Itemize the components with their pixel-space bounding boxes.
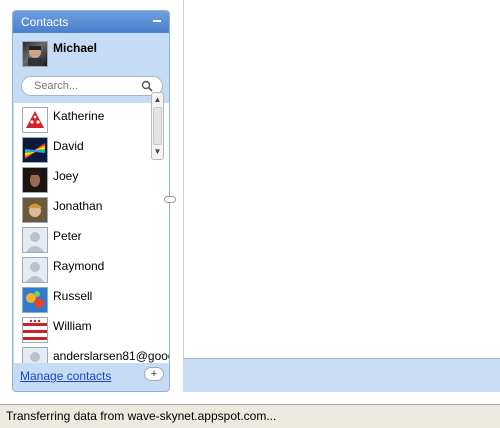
panel-resize-handle[interactable] bbox=[164, 196, 176, 203]
contact-name: Raymond bbox=[53, 259, 105, 273]
contact-name: Katherine bbox=[53, 109, 105, 123]
contact-item-katherine[interactable]: Katherine bbox=[22, 107, 169, 135]
stripes-avatar bbox=[22, 317, 48, 343]
contact-list-scrollbar[interactable]: ▲ ▼ bbox=[151, 92, 164, 160]
scroll-thumb[interactable] bbox=[153, 107, 162, 145]
prism-icon bbox=[24, 143, 46, 159]
minimize-icon[interactable] bbox=[153, 11, 163, 33]
artwork-icon bbox=[26, 291, 44, 308]
colorful-artwork-avatar bbox=[22, 287, 48, 313]
contact-name: Jonathan bbox=[53, 199, 103, 213]
status-bar: Transferring data from wave-skynet.appsp… bbox=[0, 404, 500, 428]
search-input[interactable] bbox=[34, 80, 144, 92]
add-contact-button[interactable]: + bbox=[144, 367, 164, 381]
photo-avatar bbox=[22, 167, 48, 193]
default-person-avatar bbox=[22, 347, 48, 363]
user-photo-icon bbox=[28, 46, 42, 66]
manage-contacts-link[interactable]: Manage contacts bbox=[20, 369, 111, 383]
default-person-icon bbox=[26, 262, 44, 282]
contact-name: William bbox=[53, 319, 92, 333]
contacts-title: Contacts bbox=[21, 15, 69, 29]
search-box[interactable] bbox=[21, 76, 163, 96]
contact-name: Russell bbox=[53, 289, 93, 303]
contact-item-russell[interactable]: Russell bbox=[22, 287, 169, 315]
status-text: Transferring data from wave-skynet.appsp… bbox=[6, 409, 277, 423]
search-icon[interactable] bbox=[141, 80, 153, 92]
contact-name: Peter bbox=[53, 229, 82, 243]
contact-item-david[interactable]: David bbox=[22, 137, 169, 165]
contacts-footer: Manage contacts + bbox=[13, 367, 169, 391]
contacts-panel-header: Contacts bbox=[13, 11, 169, 33]
person-photo-icon bbox=[29, 171, 41, 187]
red-ladybug-avatar bbox=[22, 107, 48, 133]
content-bottom-bar bbox=[183, 358, 500, 392]
default-person-avatar bbox=[22, 257, 48, 283]
current-user-name: Michael bbox=[53, 41, 98, 55]
contact-item-jonathan[interactable]: Jonathan bbox=[22, 197, 169, 225]
default-person-icon bbox=[30, 352, 40, 362]
contact-item-peter[interactable]: Peter bbox=[22, 227, 169, 255]
contact-name: anderslarsen81@goog bbox=[53, 349, 170, 363]
photo-avatar bbox=[22, 197, 48, 223]
contact-list[interactable]: Katherine David Joey Jonathan Peter Raym… bbox=[14, 103, 170, 363]
content-pane bbox=[183, 0, 500, 358]
avatar bbox=[22, 41, 48, 67]
scroll-up-arrow-icon[interactable]: ▲ bbox=[152, 94, 163, 106]
contact-item-william[interactable]: William bbox=[22, 317, 169, 345]
contact-item-joey[interactable]: Joey bbox=[22, 167, 169, 195]
default-person-icon bbox=[26, 232, 44, 252]
scroll-down-arrow-icon[interactable]: ▼ bbox=[152, 146, 163, 158]
current-user: Michael bbox=[22, 41, 162, 71]
contact-item-anderslarsen81[interactable]: anderslarsen81@goog bbox=[22, 347, 170, 363]
ladybug-icon bbox=[26, 111, 44, 128]
stripes-icon bbox=[23, 319, 47, 340]
default-person-avatar bbox=[22, 227, 48, 253]
rainbow-prism-avatar bbox=[22, 137, 48, 163]
person-photo-icon bbox=[28, 203, 42, 217]
contacts-panel: Contacts Michael Search... Katherine Dav… bbox=[12, 10, 170, 392]
contact-name: Joey bbox=[53, 169, 79, 183]
contact-item-raymond[interactable]: Raymond bbox=[22, 257, 169, 285]
contact-name: David bbox=[53, 139, 84, 153]
